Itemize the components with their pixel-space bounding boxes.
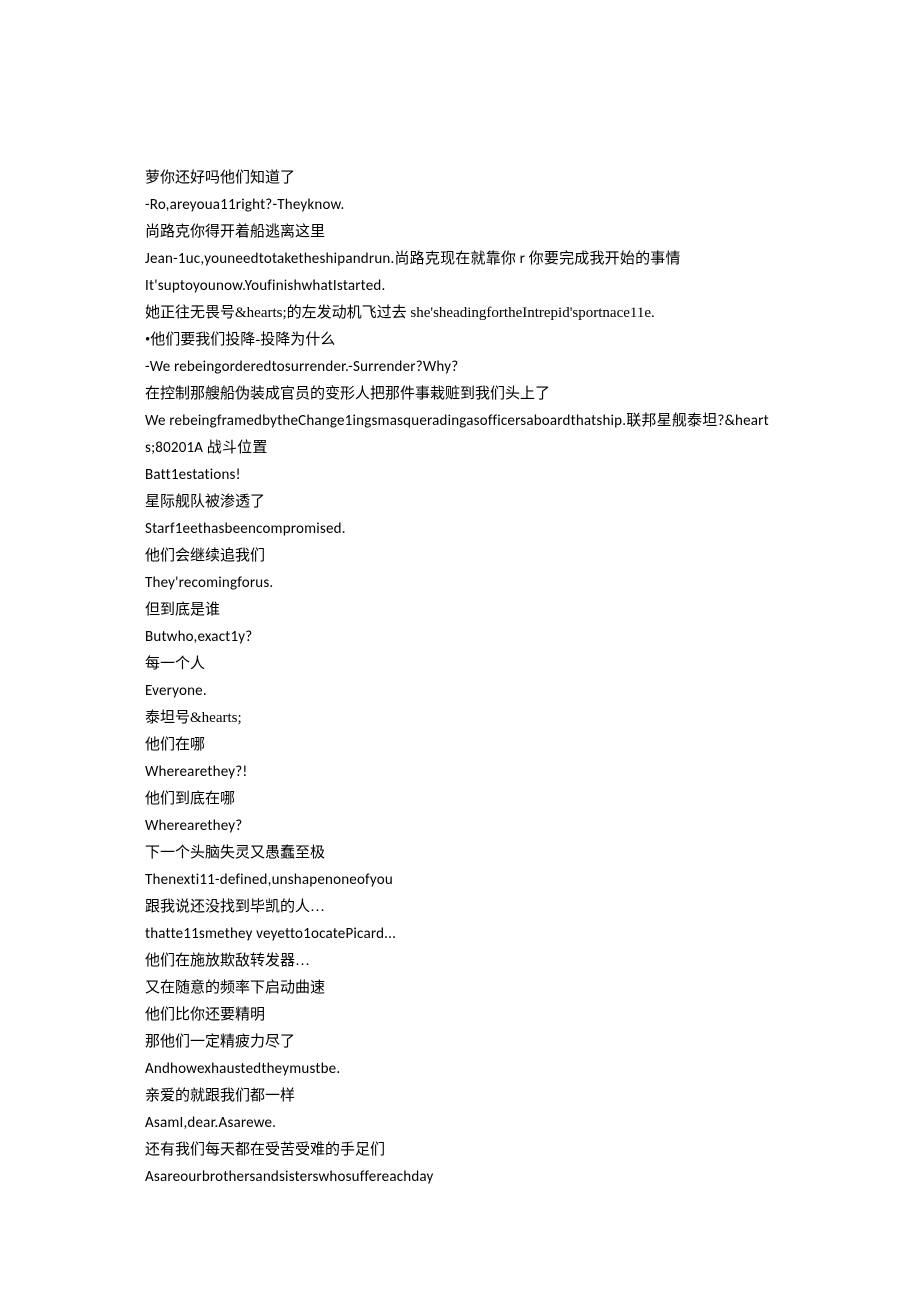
subtitle-line: We rebeingframedbytheChange1ingsmasquera… bbox=[145, 408, 775, 462]
subtitle-line: 他们比你还要精明 bbox=[145, 1002, 775, 1029]
subtitle-line: 但到底是谁 bbox=[145, 597, 775, 624]
subtitle-line: Everyone. bbox=[145, 678, 775, 705]
subtitle-line: 他们在哪 bbox=[145, 732, 775, 759]
subtitle-line: 萝你还好吗他们知道了 bbox=[145, 165, 775, 192]
subtitle-line: 每一个人 bbox=[145, 651, 775, 678]
subtitle-line: 又在随意的频率下启动曲速 bbox=[145, 975, 775, 1002]
subtitle-line: Batt1estations! bbox=[145, 462, 775, 489]
document-page: 萝你还好吗他们知道了-Ro,areyoua11right?-Theyknow.尚… bbox=[0, 0, 920, 1311]
subtitle-line: 下一个头脑失灵又愚蠢至极 bbox=[145, 840, 775, 867]
subtitle-line: Thenexti11-defined,unshapenoneofyou bbox=[145, 867, 775, 894]
subtitle-line: They'recomingforus. bbox=[145, 570, 775, 597]
subtitle-line: Wherearethey? bbox=[145, 813, 775, 840]
subtitle-line: 他们在施放欺敌转发器… bbox=[145, 948, 775, 975]
subtitle-line: 泰坦号&hearts; bbox=[145, 705, 775, 732]
subtitle-line: AsamI,dear.Asarewe. bbox=[145, 1110, 775, 1137]
subtitle-line: 他们到底在哪 bbox=[145, 786, 775, 813]
subtitle-line: 她正往无畏号&hearts;的左发动机飞过去 she'sheadingforth… bbox=[145, 300, 775, 327]
subtitle-line: -We rebeingorderedtosurrender.-Surrender… bbox=[145, 354, 775, 381]
subtitle-line: 那他们一定精疲力尽了 bbox=[145, 1029, 775, 1056]
subtitle-line: 星际舰队被渗透了 bbox=[145, 489, 775, 516]
subtitle-line: Butwho,exact1y? bbox=[145, 624, 775, 651]
subtitle-line: Andhowexhaustedtheymustbe. bbox=[145, 1056, 775, 1083]
subtitle-line: Jean-1uc,youneedtotaketheshipandrun.尚路克现… bbox=[145, 246, 775, 273]
subtitle-line: It'suptoyounow.YoufinishwhatIstarted. bbox=[145, 273, 775, 300]
subtitle-body: 萝你还好吗他们知道了-Ro,areyoua11right?-Theyknow.尚… bbox=[145, 165, 775, 1191]
subtitle-line: 他们会继续追我们 bbox=[145, 543, 775, 570]
subtitle-line: Wherearethey?! bbox=[145, 759, 775, 786]
subtitle-line: 尚路克你得开着船逃离这里 bbox=[145, 219, 775, 246]
subtitle-line: 跟我说还没找到毕凯的人… bbox=[145, 894, 775, 921]
subtitle-line: Starf1eethasbeencompromised. bbox=[145, 516, 775, 543]
subtitle-line: 还有我们每天都在受苦受难的手足们 bbox=[145, 1137, 775, 1164]
subtitle-line: •他们要我们投降-投降为什么 bbox=[145, 327, 775, 354]
subtitle-line: Asareourbrothersandsisterswhosuffereachd… bbox=[145, 1164, 775, 1191]
subtitle-line: -Ro,areyoua11right?-Theyknow. bbox=[145, 192, 775, 219]
subtitle-line: 亲爱的就跟我们都一样 bbox=[145, 1083, 775, 1110]
subtitle-line: thatte11smethey veyetto1ocatePicard... bbox=[145, 921, 775, 948]
subtitle-line: 在控制那艘船伪装成官员的变形人把那件事栽赃到我们头上了 bbox=[145, 381, 775, 408]
